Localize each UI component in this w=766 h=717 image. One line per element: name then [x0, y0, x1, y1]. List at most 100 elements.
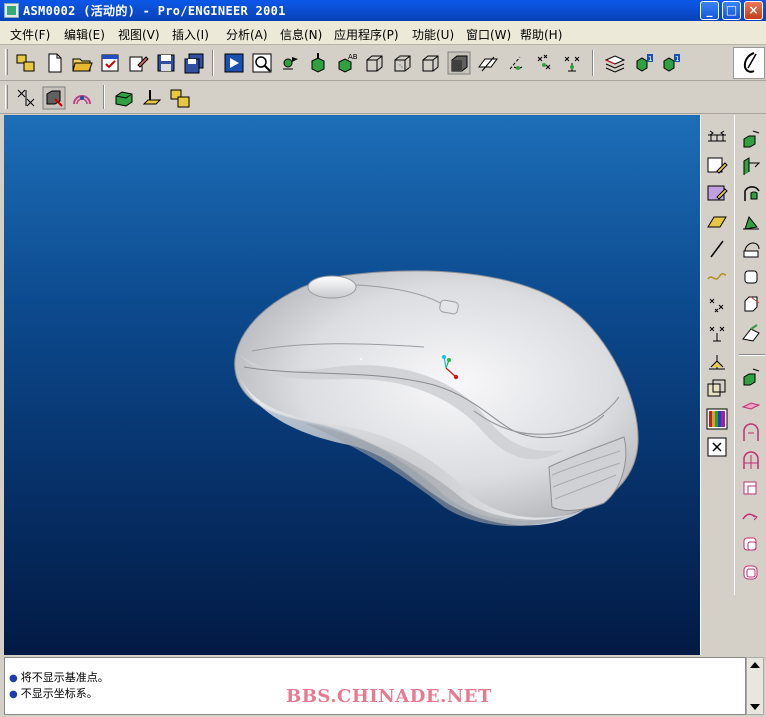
close-button[interactable]: × — [744, 1, 763, 20]
patch-icon[interactable] — [739, 477, 763, 501]
draft-icon[interactable] — [739, 321, 763, 345]
spin-center-icon[interactable] — [278, 51, 302, 75]
menu-window[interactable]: 窗口(W) — [466, 26, 511, 43]
menu-file[interactable]: 文件(F) — [10, 26, 50, 43]
sketch-datum-icon[interactable] — [705, 181, 729, 205]
ptc-logo-icon — [743, 52, 757, 73]
toolbar-grip[interactable] — [5, 49, 8, 75]
package-icon[interactable] — [168, 86, 192, 110]
surface-tool-icon[interactable] — [739, 561, 763, 585]
shell-icon[interactable] — [739, 237, 763, 261]
menu-utilities[interactable]: 功能(U) — [412, 26, 454, 43]
toolbar-separator — [212, 50, 214, 76]
hidden-line-icon[interactable] — [390, 51, 414, 75]
secondary-toolbar — [0, 82, 766, 114]
extrude-icon[interactable] — [739, 127, 763, 151]
round-icon[interactable] — [739, 265, 763, 289]
save-copy-icon[interactable] — [182, 51, 206, 75]
save-icon[interactable] — [154, 51, 178, 75]
menu-insert[interactable]: 插入(I) — [172, 26, 209, 43]
sweep-icon[interactable] — [739, 181, 763, 205]
main-toolbar: AB 1 1 — [0, 46, 766, 81]
feature-toolbar — [734, 115, 766, 595]
svg-text:AB: AB — [348, 53, 358, 61]
menu-analysis[interactable]: 分析(A) — [226, 26, 268, 43]
datum-plane-tool-icon[interactable] — [705, 127, 729, 151]
datum-point-icon[interactable] — [705, 293, 729, 317]
graphics-window[interactable] — [4, 115, 700, 655]
offset-point-icon[interactable] — [705, 321, 729, 345]
window-title: ASM0002 (活动的) - Pro/ENGINEER 2001 — [23, 4, 286, 18]
watermark: BBS.CHINADE.NET — [286, 686, 492, 707]
render-icon[interactable] — [70, 86, 94, 110]
shaded-icon[interactable] — [447, 51, 471, 75]
datum-toolbar — [700, 115, 733, 655]
scroll-down-icon[interactable] — [750, 704, 760, 710]
surface-icon[interactable] — [739, 533, 763, 557]
zoom-icon[interactable] — [250, 51, 274, 75]
rib-icon[interactable] — [739, 393, 763, 417]
message-text: 将不显示基准点。 — [20, 671, 109, 684]
hole-icon[interactable] — [739, 365, 763, 389]
blend-icon[interactable] — [739, 209, 763, 233]
select-window-icon[interactable] — [98, 51, 122, 75]
protrusion-icon[interactable] — [739, 449, 763, 473]
model-tree-icon[interactable]: 1 — [632, 51, 656, 75]
no-hidden-icon[interactable] — [418, 51, 442, 75]
svg-text:1: 1 — [675, 55, 679, 63]
open-assembly-icon[interactable] — [14, 51, 38, 75]
datum-planes-icon[interactable] — [476, 51, 500, 75]
app-icon — [4, 3, 19, 18]
minimize-button[interactable]: _ — [700, 1, 719, 20]
new-file-icon[interactable] — [43, 51, 67, 75]
title-bar: ASM0002 (活动的) - Pro/ENGINEER 2001 _ □ × — [0, 0, 766, 21]
menu-view[interactable]: 视图(V) — [118, 26, 160, 43]
datum-display-icon[interactable] — [140, 86, 164, 110]
message-line: ● 不显示坐标系。 — [9, 685, 98, 701]
placement-icon[interactable] — [112, 86, 136, 110]
message-text: 不显示坐标系。 — [20, 687, 98, 700]
cut-icon[interactable] — [739, 421, 763, 445]
mouse-3d-model[interactable] — [4, 115, 700, 655]
menu-help[interactable]: 帮助(H) — [520, 26, 562, 43]
scroll-up-icon[interactable] — [750, 662, 760, 668]
chamfer-icon[interactable] — [739, 293, 763, 317]
erase-icon[interactable] — [126, 51, 150, 75]
delete-icon[interactable] — [705, 435, 729, 459]
toolbar-separator — [739, 354, 765, 356]
sketched-curve-icon[interactable] — [705, 155, 729, 179]
bullet-icon: ● — [9, 673, 18, 684]
message-line: ● 将不显示基准点。 — [9, 669, 109, 685]
revolve-icon[interactable] — [739, 155, 763, 179]
maximize-button[interactable]: □ — [722, 1, 741, 20]
merge-icon[interactable] — [739, 505, 763, 529]
menu-info[interactable]: 信息(N) — [280, 26, 322, 43]
menu-bar: 文件(F) 编辑(E) 视图(V) 插入(I) 分析(A) 信息(N) 应用程序… — [0, 21, 766, 45]
svg-text:1: 1 — [648, 55, 652, 63]
bullet-icon: ● — [9, 689, 18, 700]
coord-sys-tool-icon[interactable] — [705, 349, 729, 373]
datum-plane-icon[interactable] — [705, 209, 729, 233]
menu-edit[interactable]: 编辑(E) — [64, 26, 105, 43]
wireframe-icon[interactable] — [362, 51, 386, 75]
color-icon[interactable] — [705, 407, 729, 431]
proe-main-window: ASM0002 (活动的) - Pro/ENGINEER 2001 _ □ × … — [0, 0, 766, 717]
orient-icon[interactable] — [306, 51, 330, 75]
datum-axes-icon[interactable] — [504, 51, 528, 75]
datum-curve-icon[interactable] — [705, 265, 729, 289]
open-file-icon[interactable] — [70, 51, 94, 75]
assembly-mode-icon[interactable] — [14, 86, 38, 110]
toolbar-grip[interactable] — [5, 85, 8, 109]
saved-views-icon[interactable]: AB — [334, 51, 358, 75]
datum-axis-icon[interactable] — [705, 237, 729, 261]
repaint-icon[interactable] — [222, 51, 246, 75]
component-select-icon[interactable] — [42, 86, 66, 110]
analysis-feature-icon[interactable] — [705, 377, 729, 401]
message-scrollbar[interactable] — [746, 657, 764, 715]
menu-applications[interactable]: 应用程序(P) — [334, 26, 399, 43]
datum-points-icon[interactable] — [532, 51, 556, 75]
toolbar-separator — [592, 50, 594, 76]
layers-icon[interactable] — [603, 51, 627, 75]
model-info-icon[interactable]: 1 — [659, 51, 683, 75]
coord-sys-icon[interactable] — [560, 51, 584, 75]
